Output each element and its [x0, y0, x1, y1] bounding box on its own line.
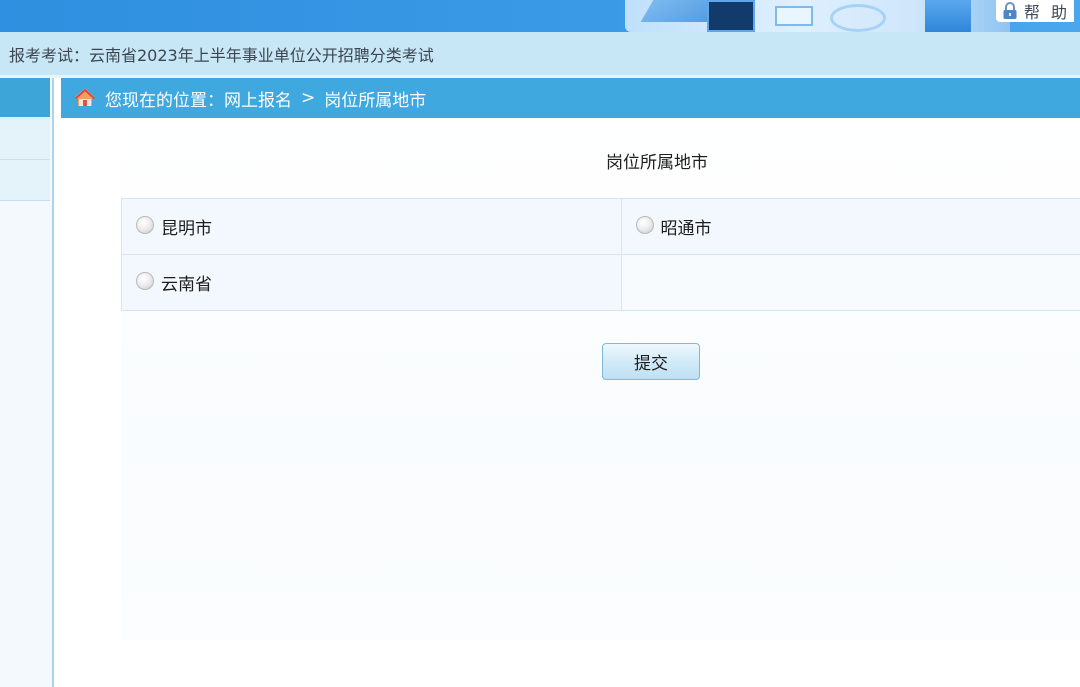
section-title: 岗位所属地市: [606, 153, 708, 173]
left-sidebar: [0, 78, 54, 687]
lock-icon: [1002, 2, 1018, 20]
radio-button[interactable]: [136, 271, 154, 290]
submit-button[interactable]: 提交: [602, 343, 700, 380]
empty-cell: [620, 254, 1080, 311]
help-label: 帮 助: [1023, 3, 1070, 22]
main-panel: 岗位所属地市 昆明市 昭通市 云南省 提交: [121, 118, 1080, 640]
option-cell: 云南省: [121, 254, 622, 311]
radio-button[interactable]: [136, 215, 154, 234]
option-label: 云南省: [161, 275, 212, 295]
option-label: 昭通市: [660, 219, 712, 239]
breadcrumb-location: 您现在的位置：网上报名: [105, 90, 292, 111]
option-label: 昆明市: [161, 219, 212, 239]
radio-button[interactable]: [635, 215, 654, 234]
banner-illustration: [625, 0, 1010, 32]
option-yunnan[interactable]: 云南省: [122, 270, 621, 295]
exam-name-text: 报考考试：云南省2023年上半年事业单位公开招聘分类考试: [9, 45, 434, 65]
breadcrumb-current: 岗位所属地市: [324, 90, 427, 111]
sidebar-item[interactable]: [0, 119, 50, 160]
option-kunming[interactable]: 昆明市: [122, 214, 621, 239]
option-cell: 昆明市: [121, 198, 622, 255]
sidebar-header: [0, 78, 50, 119]
option-zhaotong[interactable]: 昭通市: [622, 214, 1080, 239]
option-cell: 昭通市: [620, 198, 1080, 255]
home-icon: [74, 88, 96, 108]
sidebar-item[interactable]: [0, 160, 50, 201]
breadcrumb: 您现在的位置：网上报名 > 岗位所属地市: [61, 78, 1080, 118]
city-options-table: 昆明市 昭通市 云南省: [121, 198, 1080, 311]
help-link[interactable]: 帮 助: [995, 0, 1074, 22]
top-banner: 帮 助: [0, 0, 1080, 32]
exam-info-bar: 报考考试：云南省2023年上半年事业单位公开招聘分类考试: [0, 32, 1080, 78]
breadcrumb-separator: >: [301, 88, 316, 108]
